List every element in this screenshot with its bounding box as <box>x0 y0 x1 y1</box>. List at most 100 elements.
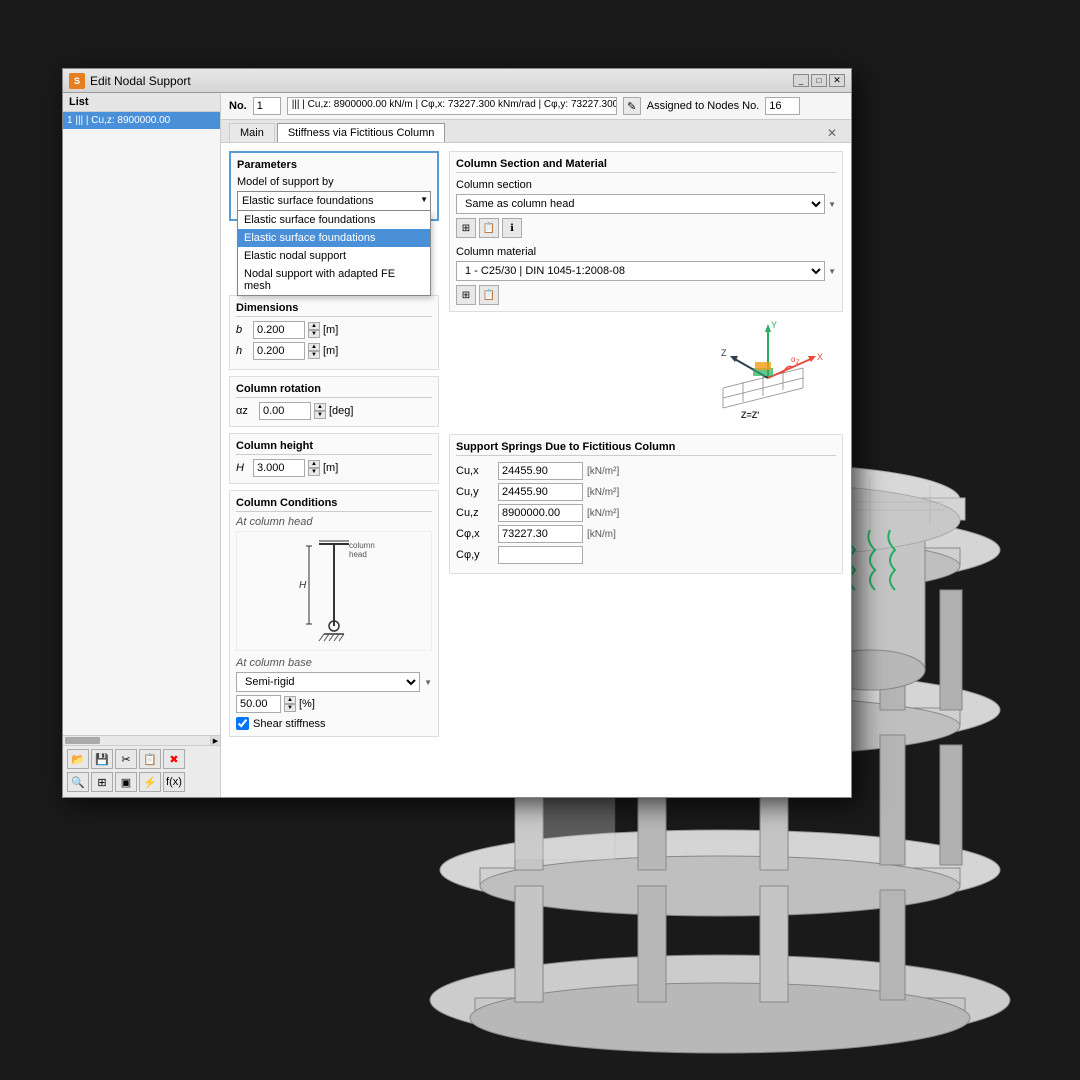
list-item[interactable]: 1 ||| | Cu,z: 8900000.00 <box>63 112 220 129</box>
b-input[interactable] <box>253 321 305 339</box>
az-input[interactable] <box>259 402 311 420</box>
dialog-window: S Edit Nodal Support _ □ ✕ List 1 ||| | … <box>62 68 852 798</box>
zoom-btn[interactable]: 🔍 <box>67 772 89 792</box>
tab-close-x[interactable]: ✕ <box>821 124 843 142</box>
b-spin-down[interactable]: ▼ <box>308 330 320 338</box>
az-spin-up[interactable]: ▲ <box>314 403 326 411</box>
parameters-box: Parameters Model of support by Elastic s… <box>229 151 439 221</box>
number-row: No. ||| | Cu,z: 8900000.00 kN/m | Cφ,x: … <box>221 93 851 120</box>
b-unit: [m] <box>323 324 338 336</box>
material-dropdown[interactable]: 1 - C25/30 | DIN 1045-1:2008-08 <box>456 261 825 281</box>
svg-text:Z: Z <box>796 360 800 366</box>
edit-icon[interactable]: ✎ <box>623 97 641 115</box>
title-icon: S <box>69 73 85 89</box>
svg-text:H: H <box>299 580 307 591</box>
h-spin-down[interactable]: ▼ <box>308 351 320 359</box>
at-column-head-label: At column head <box>236 516 432 528</box>
pct-spin-down[interactable]: ▼ <box>284 704 296 712</box>
H-label: H <box>236 462 250 474</box>
mat-btn-1[interactable]: ⊞ <box>456 285 476 305</box>
az-spin-down[interactable]: ▼ <box>314 411 326 419</box>
section-btn-2[interactable]: 📋 <box>479 218 499 238</box>
shear-checkbox[interactable] <box>236 717 249 730</box>
svg-text:Y: Y <box>771 320 777 330</box>
springs-title: Support Springs Due to Fictitious Column <box>456 441 836 456</box>
assigned-label: Assigned to Nodes No. <box>647 100 760 112</box>
main-content: Parameters Model of support by Elastic s… <box>221 143 851 797</box>
section-label: Column section <box>456 179 836 191</box>
cu-x-input[interactable] <box>498 462 583 480</box>
right-params-column: Column Section and Material Column secti… <box>449 151 843 789</box>
model-dropdown[interactable]: Elastic surface foundations <box>237 191 431 211</box>
new-btn[interactable]: 📂 <box>67 749 89 769</box>
tab-main[interactable]: Main <box>229 123 275 142</box>
base-type-dropdown[interactable]: Semi-rigid <box>236 672 420 692</box>
save-btn[interactable]: 💾 <box>91 749 113 769</box>
pct-spin-up[interactable]: ▲ <box>284 696 296 704</box>
grid-btn[interactable]: ⊞ <box>91 772 113 792</box>
svg-text:column: column <box>349 541 375 550</box>
cphi-x-label: Cφ,x <box>456 528 494 540</box>
H-unit: [m] <box>323 462 338 474</box>
name-field-display: ||| | Cu,z: 8900000.00 kN/m | Cφ,x: 7322… <box>287 97 617 115</box>
height-title: Column height <box>236 440 432 455</box>
h-input[interactable] <box>253 342 305 360</box>
dropdown-option-2[interactable]: Elastic surface foundations <box>238 229 430 247</box>
dialog-title: Edit Nodal Support <box>90 74 191 88</box>
dropdown-option-1[interactable]: Elastic surface foundations <box>238 211 430 229</box>
h-spin-up[interactable]: ▲ <box>308 343 320 351</box>
h-unit: [m] <box>323 345 338 357</box>
h-scrollbar[interactable]: ▶ <box>63 735 220 745</box>
cu-y-input[interactable] <box>498 483 583 501</box>
column-conditions-section: Column Conditions At column head <box>229 490 439 737</box>
view-btn[interactable]: ▣ <box>115 772 137 792</box>
svg-text:Z=Z': Z=Z' <box>741 410 759 420</box>
mat-btn-2[interactable]: 📋 <box>479 285 499 305</box>
tab-stiffness[interactable]: Stiffness via Fictitious Column <box>277 123 446 142</box>
pct-unit: [%] <box>299 698 315 710</box>
cu-z-input[interactable] <box>498 504 583 522</box>
right-panel: No. ||| | Cu,z: 8900000.00 kN/m | Cφ,x: … <box>221 93 851 797</box>
H-spin-up[interactable]: ▲ <box>308 460 320 468</box>
assigned-input[interactable] <box>765 97 800 115</box>
section-btn-1[interactable]: ⊞ <box>456 218 476 238</box>
dropdown-option-4[interactable]: Nodal support with adapted FE mesh <box>238 265 430 295</box>
H-spin-down[interactable]: ▼ <box>308 468 320 476</box>
h-label: h <box>236 345 250 357</box>
cu-y-unit: [kN/m²] <box>587 487 619 498</box>
maximize-button[interactable]: □ <box>811 74 827 87</box>
az-label: αz <box>236 405 256 417</box>
dropdown-option-3[interactable]: Elastic nodal support <box>238 247 430 265</box>
cu-z-unit: [kN/m²] <box>587 508 619 519</box>
left-panel: List 1 ||| | Cu,z: 8900000.00 ▶ 📂 💾 ✂ 📋 … <box>63 93 221 797</box>
H-input[interactable] <box>253 459 305 477</box>
at-base-label: At column base <box>236 657 432 669</box>
cu-z-label: Cu,z <box>456 507 494 519</box>
percent-input[interactable] <box>236 695 281 713</box>
model-label: Model of support by <box>237 176 431 188</box>
shear-label: Shear stiffness <box>253 718 326 730</box>
delete-btn[interactable]: ✖ <box>163 749 185 769</box>
section-dropdown[interactable]: Same as column head <box>456 194 825 214</box>
tabs-row: Main Stiffness via Fictitious Column ✕ <box>221 120 851 143</box>
column-diagram: H column <box>236 531 432 651</box>
minimize-button[interactable]: _ <box>793 74 809 87</box>
formula-btn[interactable]: f(x) <box>163 772 185 792</box>
rotation-title: Column rotation <box>236 383 432 398</box>
cut-btn[interactable]: ✂ <box>115 749 137 769</box>
render-btn[interactable]: ⚡ <box>139 772 161 792</box>
cu-x-label: Cu,x <box>456 465 494 477</box>
close-button[interactable]: ✕ <box>829 74 845 87</box>
b-spin-up[interactable]: ▲ <box>308 322 320 330</box>
params-title: Parameters <box>237 159 431 171</box>
section-btn-3[interactable]: ℹ <box>502 218 522 238</box>
no-input[interactable] <box>253 97 281 115</box>
axis-diagram: Y X Z α <box>449 318 843 428</box>
cphi-y-label: Cφ,y <box>456 549 494 561</box>
cphi-x-input[interactable] <box>498 525 583 543</box>
column-height-section: Column height H ▲ ▼ [m] <box>229 433 439 484</box>
cphi-x-unit: [kN/m] <box>587 529 616 540</box>
copy-btn[interactable]: 📋 <box>139 749 161 769</box>
list-header: List <box>63 93 220 112</box>
cphi-y-input[interactable] <box>498 546 583 564</box>
